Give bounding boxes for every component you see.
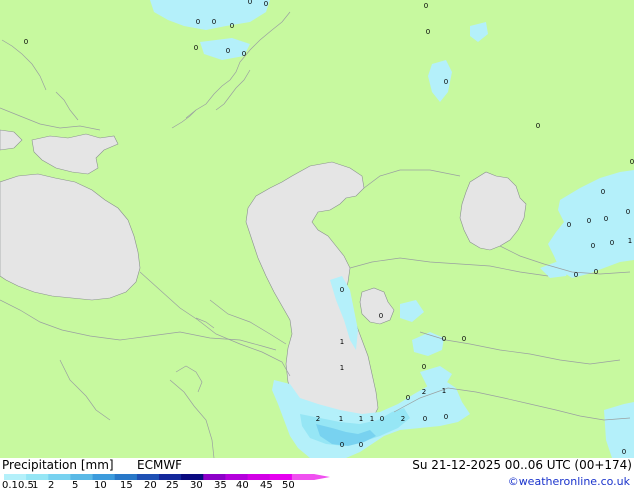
scale-tick-label: 2: [48, 480, 55, 491]
value-label: 1: [359, 415, 363, 423]
scale-tick-label: 1: [32, 480, 39, 491]
value-label: 0: [567, 221, 571, 229]
value-label: 0: [196, 18, 200, 26]
scale-tick-label: 45: [260, 480, 273, 491]
value-label: 0: [594, 268, 598, 276]
value-label: 2: [401, 415, 405, 423]
map-footer: Precipitation [mm] ECMWF Su 21-12-2025 0…: [0, 458, 634, 491]
value-label: 0: [340, 441, 344, 449]
value-label: 0: [630, 158, 634, 166]
value-label: 1: [340, 338, 344, 346]
scale-tick-label: 50: [282, 480, 295, 491]
scale-tick-label: 25: [166, 480, 179, 491]
value-label: 1: [370, 415, 374, 423]
value-label: 0: [242, 50, 246, 58]
value-label: 0: [424, 2, 428, 10]
value-label: 0: [423, 415, 427, 423]
value-label: 0: [536, 122, 540, 130]
color-scale-ticks: 0.1 0.5 1 2 5 10 15 20 25 30 35 40 45 50: [0, 480, 340, 491]
value-label: 0: [380, 415, 384, 423]
value-label: 0: [226, 47, 230, 55]
value-label: 0: [340, 286, 344, 294]
value-label: 0: [574, 271, 578, 279]
value-label: 0: [601, 188, 605, 196]
scale-tick-label: 30: [190, 480, 203, 491]
value-label: 2: [422, 388, 426, 396]
value-label: 1: [340, 364, 344, 372]
map-title: Precipitation [mm]: [2, 458, 114, 472]
value-label: 0: [379, 312, 383, 320]
scale-tick-label: 0.1: [2, 480, 18, 491]
value-label: 1: [339, 415, 343, 423]
value-label: 1: [628, 237, 632, 245]
value-label: 1: [442, 387, 446, 395]
value-label: 0: [426, 28, 430, 36]
scale-tick-label: 15: [120, 480, 133, 491]
value-label: 0: [626, 208, 630, 216]
scale-tick-label: 10: [94, 480, 107, 491]
value-label: 0: [444, 413, 448, 421]
value-label: 2: [316, 415, 320, 423]
value-label: 0: [604, 215, 608, 223]
precipitation-map: 0 0 0 0 0 0 0 0 0 0 0 0 0 0 0 0 0 0 1 1 …: [0, 0, 634, 458]
value-label: 0: [462, 335, 466, 343]
credit-link[interactable]: ©weatheronline.co.uk: [508, 475, 630, 488]
value-label: 0: [248, 0, 252, 6]
value-label: 0: [230, 22, 234, 30]
value-label: 0: [406, 394, 410, 402]
value-label: 0: [24, 38, 28, 46]
value-label: 0: [622, 448, 626, 456]
value-label: 0: [194, 44, 198, 52]
model-name: ECMWF: [137, 458, 183, 472]
scale-tick-label: 35: [214, 480, 227, 491]
value-label: 0: [422, 363, 426, 371]
forecast-datetime: Su 21-12-2025 00..06 UTC (00+174): [412, 458, 632, 472]
value-label: 0: [587, 217, 591, 225]
value-label: 0: [442, 335, 446, 343]
scale-tick-label: 20: [144, 480, 157, 491]
value-label: 0: [359, 441, 363, 449]
scale-tick-label: 5: [72, 480, 79, 491]
value-label: 0: [264, 0, 268, 8]
value-label: 0: [610, 239, 614, 247]
scale-tick-label: 40: [236, 480, 249, 491]
value-label: 0: [444, 78, 448, 86]
value-label: 0: [212, 18, 216, 26]
value-label: 0: [591, 242, 595, 250]
